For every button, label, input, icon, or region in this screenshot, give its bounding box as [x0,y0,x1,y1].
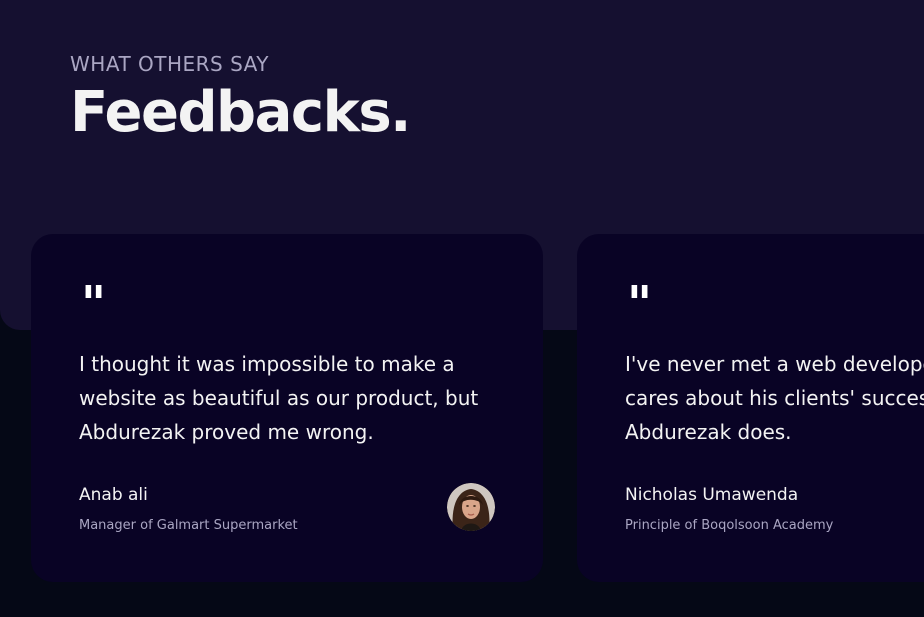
reviewer-avatar [447,483,495,531]
feedbacks-section: WHAT OTHERS SAY Feedbacks. " I thought i… [0,0,924,617]
section-subtitle: WHAT OTHERS SAY [70,52,270,76]
section-title: Feedbacks. [70,80,411,145]
testimonial-text: I've never met a web developer who truly… [625,347,924,449]
testimonial-text-line: cares about his clients' success like [625,386,924,410]
reviewer-name: Anab ali [79,485,148,505]
testimonial-text: I thought it was impossible to make a we… [79,352,479,444]
quote-icon: " [81,276,107,332]
reviewer-role: Principle of Boqolsoon Academy [625,518,834,533]
testimonial-card: " I thought it was impossible to make a … [31,234,543,582]
testimonial-text-line: I've never met a web developer who truly [625,352,924,376]
quote-icon: " [627,276,653,332]
avatar-portrait-icon [447,483,495,531]
reviewer-name: Nicholas Umawenda [625,485,799,505]
testimonial-card: " I've never met a web developer who tru… [577,234,924,582]
testimonial-text-line: Abdurezak does. [625,420,792,444]
reviewer-role: Manager of Galmart Supermarket [79,518,298,533]
